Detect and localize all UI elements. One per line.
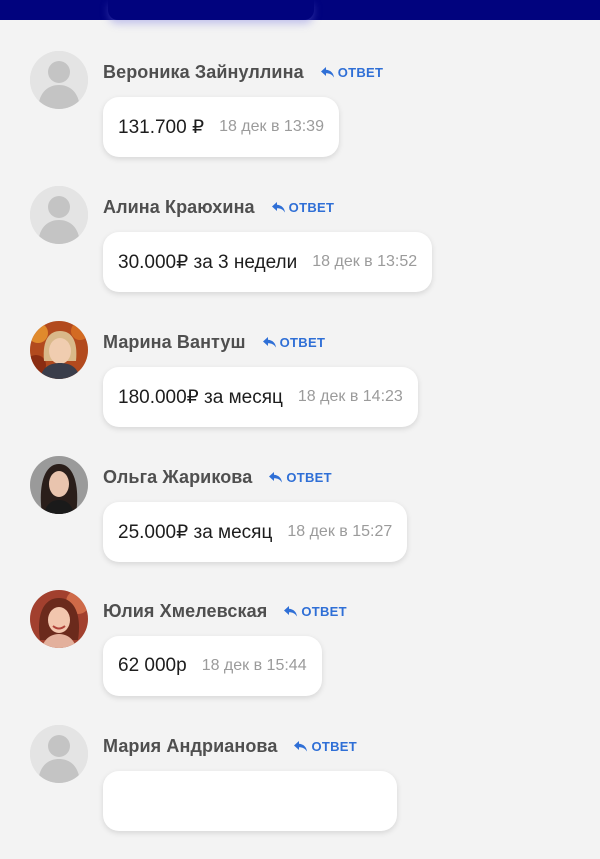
- timestamp: 18 дек в 14:23: [297, 388, 403, 405]
- reply-button[interactable]: ОТВЕТ: [262, 335, 326, 350]
- message-text: 62 000р: [118, 655, 187, 676]
- comment-item: Юлия Хмелевская ОТВЕТ 62 000р 18 дек в 1…: [0, 590, 600, 724]
- author-name[interactable]: Вероника Зайнуллина: [103, 62, 304, 83]
- reply-button[interactable]: ОТВЕТ: [293, 739, 357, 754]
- top-bar: [0, 0, 600, 20]
- comment-item: Марина Вантуш ОТВЕТ 180.000₽ за месяц 18…: [0, 321, 600, 455]
- user-photo-avatar[interactable]: [30, 456, 88, 514]
- message-bubble: 25.000₽ за месяц 18 дек в 15:27: [103, 502, 408, 562]
- message-bubble: 131.700 ₽ 18 дек в 13:39: [103, 97, 339, 157]
- user-photo-avatar[interactable]: [30, 321, 88, 379]
- reply-label: ОТВЕТ: [288, 199, 335, 215]
- author-name[interactable]: Ольга Жарикова: [103, 467, 252, 488]
- user-photo-avatar[interactable]: [30, 590, 88, 648]
- reply-icon: [262, 336, 276, 347]
- comment-item: Вероника Зайнуллина ОТВЕТ 131.700 ₽ 18 д…: [0, 51, 600, 185]
- message-bubble: 180.000₽ за месяц 18 дек в 14:23: [103, 367, 418, 427]
- top-tab: [108, 0, 314, 20]
- reply-button[interactable]: ОТВЕТ: [320, 65, 384, 80]
- timestamp: 18 дек в 13:39: [219, 118, 324, 135]
- reply-label: ОТВЕТ: [311, 738, 358, 754]
- comment-item: Мария Андрианова ОТВЕТ: [0, 725, 600, 859]
- reply-button[interactable]: ОТВЕТ: [283, 604, 347, 619]
- message-bubble: [103, 771, 397, 831]
- reply-label: ОТВЕТ: [279, 334, 326, 350]
- message-text: 25.000₽ за месяц: [118, 521, 273, 543]
- timestamp: 18 дек в 15:27: [287, 523, 393, 540]
- reply-icon: [269, 471, 283, 482]
- reply-label: ОТВЕТ: [286, 469, 332, 485]
- author-name[interactable]: Марина Вантуш: [103, 332, 246, 353]
- reply-button[interactable]: ОТВЕТ: [271, 200, 335, 215]
- reply-icon: [320, 66, 334, 77]
- timestamp: 18 дек в 15:44: [201, 657, 307, 674]
- reply-icon: [271, 201, 285, 212]
- message-bubble: 30.000₽ за 3 недели 18 дек в 13:52: [103, 232, 433, 292]
- author-name[interactable]: Мария Андрианова: [103, 736, 277, 757]
- comment-item: Ольга Жарикова ОТВЕТ 25.000₽ за месяц 18…: [0, 456, 600, 590]
- message-text: 180.000₽ за месяц: [118, 386, 283, 408]
- message-bubble: 62 000р 18 дек в 15:44: [103, 636, 322, 696]
- message-text: 30.000₽ за 3 недели: [118, 251, 298, 273]
- author-name[interactable]: Алина Краюхина: [103, 197, 255, 218]
- default-avatar[interactable]: [30, 51, 88, 109]
- reply-label: ОТВЕТ: [301, 603, 347, 619]
- reply-icon: [294, 740, 308, 751]
- default-avatar[interactable]: [30, 186, 88, 244]
- comment-item: Алина Краюхина ОТВЕТ 30.000₽ за 3 недели…: [0, 186, 600, 320]
- default-avatar[interactable]: [30, 725, 88, 783]
- reply-label: ОТВЕТ: [337, 64, 384, 80]
- reply-button[interactable]: ОТВЕТ: [268, 470, 332, 485]
- author-name[interactable]: Юлия Хмелевская: [103, 601, 267, 622]
- timestamp: 18 дек в 13:52: [312, 253, 418, 270]
- message-text: 131.700 ₽: [118, 116, 205, 138]
- reply-icon: [284, 605, 298, 616]
